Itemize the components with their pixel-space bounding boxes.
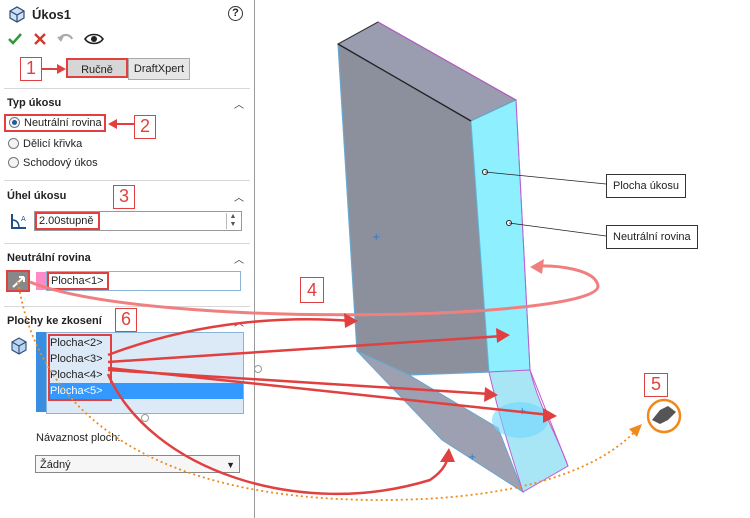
step-5-label: 5 <box>644 373 668 397</box>
svg-text:+: + <box>468 452 476 463</box>
callout-neutral-plane: Neutrální rovina <box>606 225 698 249</box>
callout-draft-face: Plocha úkosu <box>606 174 687 198</box>
step-4-label: 4 <box>300 277 324 303</box>
svg-text:+: + <box>372 232 380 243</box>
panel-arrows <box>42 64 134 129</box>
